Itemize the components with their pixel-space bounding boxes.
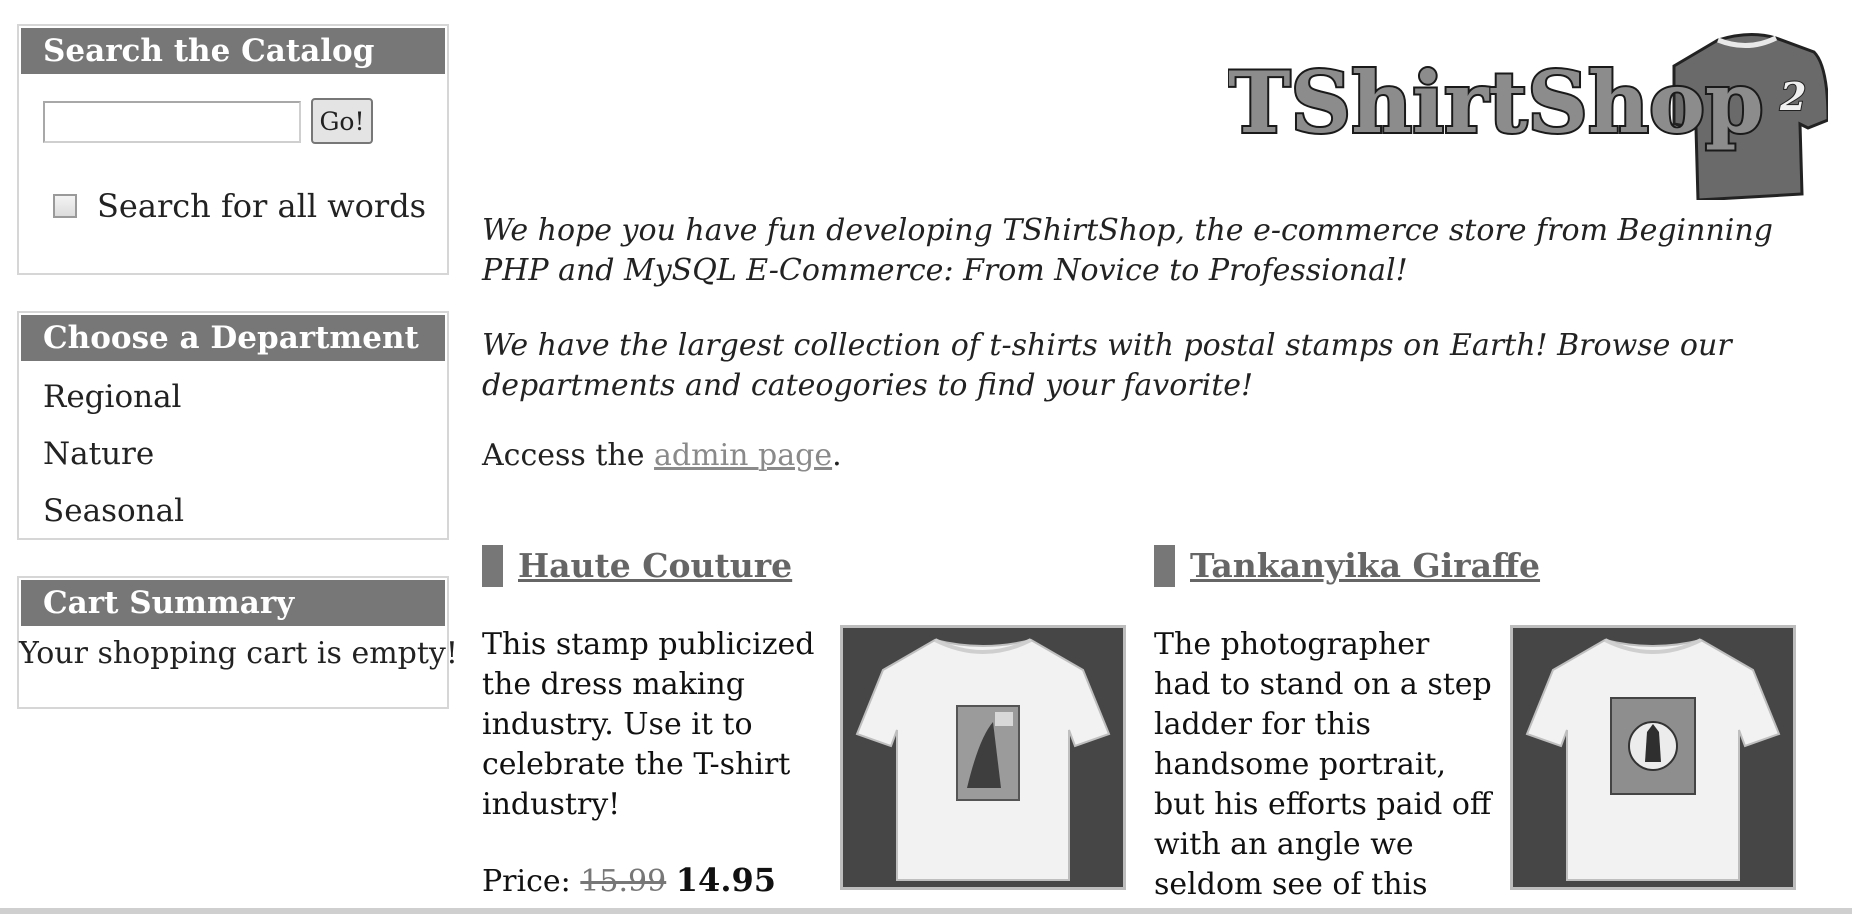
department-panel: Choose a Department Regional Nature Seas…	[17, 311, 449, 540]
department-item-regional[interactable]: Regional	[43, 379, 181, 415]
department-item-seasonal[interactable]: Seasonal	[43, 493, 184, 529]
access-prefix: Access the	[482, 438, 645, 473]
admin-access-line: Access the admin page.	[482, 438, 842, 473]
bottom-scroll-edge	[0, 908, 1852, 914]
product-description: The photographer had to stand on a step …	[1154, 627, 1492, 902]
intro-paragraph-1: We hope you have fun developing TShirtSh…	[482, 213, 1773, 288]
product-image[interactable]	[840, 625, 1126, 890]
admin-page-link[interactable]: admin page	[654, 438, 832, 473]
search-input[interactable]	[43, 101, 301, 143]
all-words-checkbox[interactable]	[53, 194, 77, 218]
cart-status-text: Your shopping cart is empty!	[19, 636, 458, 671]
product-image[interactable]	[1510, 625, 1796, 890]
product-card: Tankanyika Giraffe The photographer had …	[1154, 545, 1814, 914]
sale-price: 14.95	[675, 861, 776, 899]
product-price: Price: 15.99 14.95	[482, 861, 776, 899]
tshirt-image	[1525, 638, 1781, 881]
product-title-marker	[482, 545, 503, 587]
access-suffix: .	[832, 438, 842, 473]
go-button[interactable]: Go!	[311, 98, 373, 144]
all-words-option[interactable]: Search for all words	[53, 187, 426, 225]
intro-paragraph-2: We have the largest collection of t-shir…	[482, 328, 1732, 403]
tshirt-image	[855, 638, 1111, 881]
product-title-marker	[1154, 545, 1175, 587]
tshirtshop-logo[interactable]: TShirtShop 2	[1226, 24, 1830, 202]
department-panel-title: Choose a Department	[21, 315, 445, 361]
cart-summary-title: Cart Summary	[21, 580, 445, 626]
all-words-label[interactable]: Search for all words	[97, 187, 426, 225]
cart-summary-panel: Cart Summary Your shopping cart is empty…	[17, 576, 458, 709]
search-panel: Search the Catalog Go! Search for all wo…	[17, 24, 449, 275]
logo-superscript: 2	[1779, 74, 1806, 119]
original-price: 15.99	[580, 864, 667, 899]
price-label: Price:	[482, 864, 571, 899]
product-title-link[interactable]: Tankanyika Giraffe	[1190, 545, 1540, 587]
product-description: This stamp publicized the dress making i…	[482, 627, 815, 822]
logo-text: TShirtShop	[1228, 53, 1764, 152]
logo-graphic: TShirtShop 2	[1226, 33, 1830, 202]
search-panel-title: Search the Catalog	[21, 28, 445, 74]
product-card: Haute Couture This stamp publicized the …	[482, 545, 1142, 914]
department-item-nature[interactable]: Nature	[43, 436, 154, 472]
product-title-link[interactable]: Haute Couture	[518, 545, 792, 587]
